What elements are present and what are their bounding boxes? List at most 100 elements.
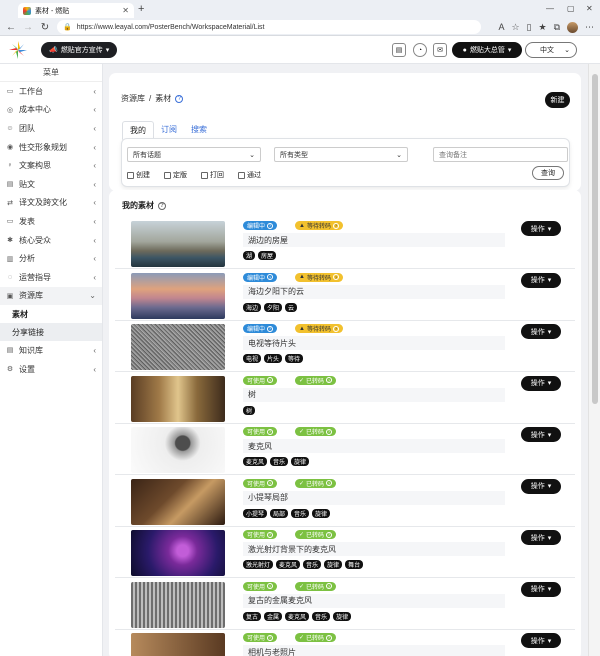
tag-chip[interactable]: 树	[243, 405, 256, 415]
favorite-star-icon[interactable]: ☆	[511, 22, 519, 33]
sidebar-item[interactable]: ☺ 团队 ‹	[0, 119, 102, 138]
browser-tab[interactable]: 素材 - 燃贴 ✕	[18, 3, 134, 18]
help-icon[interactable]: ?	[158, 201, 166, 210]
sidebar-subitem-material[interactable]: 素材	[0, 305, 102, 323]
document-icon[interactable]: ▤	[392, 43, 406, 57]
favorites-icon[interactable]: ★	[538, 22, 546, 33]
help-icon[interactable]: ?	[267, 480, 274, 486]
help-icon[interactable]: ?	[326, 428, 333, 435]
material-thumbnail[interactable]	[131, 375, 225, 422]
sidebar-item[interactable]: ✱ 核心受众 ‹	[0, 231, 102, 250]
tag-chip[interactable]: 音乐	[312, 611, 331, 621]
tag-chip[interactable]: 湖	[243, 251, 256, 260]
sidebar-item[interactable]: ▭ 发表 ‹	[0, 212, 102, 231]
new-tab-icon[interactable]: +	[138, 3, 144, 15]
url-field[interactable]: 🔒 https://www.leayal.com/PosterBench/Wor…	[57, 20, 482, 34]
tag-chip[interactable]: 麦克风	[285, 611, 310, 621]
minimize-icon[interactable]: —	[546, 4, 554, 13]
material-name[interactable]: 湖边的房屋	[243, 233, 505, 247]
help-icon[interactable]: ?	[267, 222, 274, 229]
tag-chip[interactable]: 房屋	[258, 251, 277, 260]
collections-icon[interactable]: ⧉	[554, 22, 560, 33]
help-icon[interactable]: ?	[326, 531, 333, 538]
action-button[interactable]: 操作 ▾	[521, 427, 561, 442]
tag-chip[interactable]: 夕阳	[264, 302, 283, 312]
tag-chip[interactable]: 金属	[264, 611, 283, 621]
tag-chip[interactable]: 舞台	[345, 560, 364, 569]
help-icon[interactable]: ?	[267, 428, 274, 435]
new-button[interactable]: 新建	[545, 92, 570, 108]
tag-chip[interactable]: 旋律	[312, 508, 331, 518]
material-thumbnail[interactable]	[131, 427, 225, 473]
tag-chip[interactable]: 片头	[264, 354, 283, 363]
action-button[interactable]: 操作 ▾	[521, 221, 561, 236]
checkbox-box[interactable]	[201, 171, 208, 179]
tag-chip[interactable]: 激光射灯	[243, 560, 274, 569]
tag-chip[interactable]: 音乐	[291, 508, 310, 518]
tag-chip[interactable]: 麦克风	[276, 560, 301, 569]
help-icon[interactable]: ?	[332, 325, 339, 332]
help-icon[interactable]: ?	[267, 325, 274, 332]
material-name[interactable]: 树	[243, 387, 505, 402]
sidebar-item[interactable]: ▥ 分析 ‹	[0, 249, 102, 268]
breadcrumb-root[interactable]: 资源库	[121, 93, 145, 104]
action-button[interactable]: 操作 ▾	[521, 530, 561, 545]
material-name[interactable]: 麦克风	[243, 439, 505, 453]
read-aloud-icon[interactable]: A	[498, 22, 504, 32]
material-name[interactable]: 海边夕阳下的云	[243, 284, 505, 299]
tag-chip[interactable]: 旋律	[333, 611, 352, 621]
bell-icon[interactable]: ◔	[413, 43, 427, 57]
sidebar-item[interactable]: ▣ 资源库 ⌄	[0, 286, 102, 306]
split-screen-icon[interactable]: ▯	[527, 22, 532, 33]
help-icon[interactable]: ?	[326, 583, 333, 589]
checkbox-box[interactable]	[238, 171, 245, 179]
checkbox-rejected[interactable]: 打回	[201, 170, 224, 180]
sidebar-item[interactable]: ▤ 贴文 ‹	[0, 175, 102, 194]
help-icon[interactable]: ?	[326, 377, 333, 383]
help-icon[interactable]: ?	[332, 274, 339, 280]
workspace-select-button[interactable]: 📣 燃贴官方宣传 ▾	[41, 42, 118, 58]
logo-icon[interactable]	[8, 40, 28, 60]
help-icon[interactable]: ?	[332, 222, 339, 229]
maximize-icon[interactable]: ▢	[567, 4, 575, 13]
sidebar-item[interactable]: ◎ 成本中心 ‹	[0, 101, 102, 120]
tag-chip[interactable]: 局部	[270, 508, 289, 518]
help-icon[interactable]: ?	[267, 377, 274, 383]
sidebar-item[interactable]: ◉ 性交形象规划 ‹	[0, 138, 102, 157]
material-name[interactable]: 复古的金属麦克风	[243, 593, 505, 608]
help-icon[interactable]: ?	[267, 274, 274, 280]
tag-chip[interactable]: 小提琴	[243, 508, 268, 518]
type-select[interactable]: 所有类型 ⌄	[274, 147, 408, 162]
material-name[interactable]: 小提琴局部	[243, 490, 505, 505]
profile-avatar[interactable]	[567, 21, 578, 33]
checkbox-created[interactable]: 创建	[127, 170, 150, 180]
help-icon[interactable]: ?	[267, 583, 274, 589]
tag-chip[interactable]: 音乐	[270, 457, 289, 466]
action-button[interactable]: 操作 ▾	[521, 272, 561, 288]
message-icon[interactable]: ✉	[433, 43, 447, 57]
tag-chip[interactable]: 旋律	[291, 457, 310, 466]
query-button[interactable]: 查询	[532, 166, 564, 180]
material-thumbnail[interactable]	[131, 324, 225, 370]
checkbox-box[interactable]	[127, 171, 134, 179]
material-thumbnail[interactable]	[131, 581, 225, 628]
back-icon[interactable]: ←	[6, 22, 16, 33]
sidebar-subitem-share-link[interactable]: 分享链接	[0, 323, 102, 342]
help-icon[interactable]: ?	[267, 531, 274, 538]
checkbox-box[interactable]	[164, 171, 171, 179]
tag-chip[interactable]: 等待	[285, 354, 304, 363]
action-button[interactable]: 操作 ▾	[521, 581, 561, 597]
tag-chip[interactable]: 旋律	[324, 560, 343, 569]
sidebar-item[interactable]: ♀ 文案构思 ‹	[0, 156, 102, 175]
page-scrollbar[interactable]	[588, 64, 600, 656]
user-menu-button[interactable]: ● 燃贴大总管 ▾	[452, 42, 522, 58]
material-thumbnail[interactable]	[131, 478, 225, 525]
tag-chip[interactable]: 海边	[243, 302, 262, 312]
checkbox-finalized[interactable]: 定版	[164, 170, 187, 180]
help-icon[interactable]: ?	[326, 634, 333, 641]
sidebar-item[interactable]: ⇄ 译文及跨文化 ‹	[0, 194, 102, 213]
topic-select[interactable]: 所有话题 ⌄	[127, 147, 261, 162]
action-button[interactable]: 操作 ▾	[521, 633, 561, 648]
action-button[interactable]: 操作 ▾	[521, 324, 561, 339]
material-name[interactable]: 激光射灯背景下的麦克风	[243, 542, 505, 556]
